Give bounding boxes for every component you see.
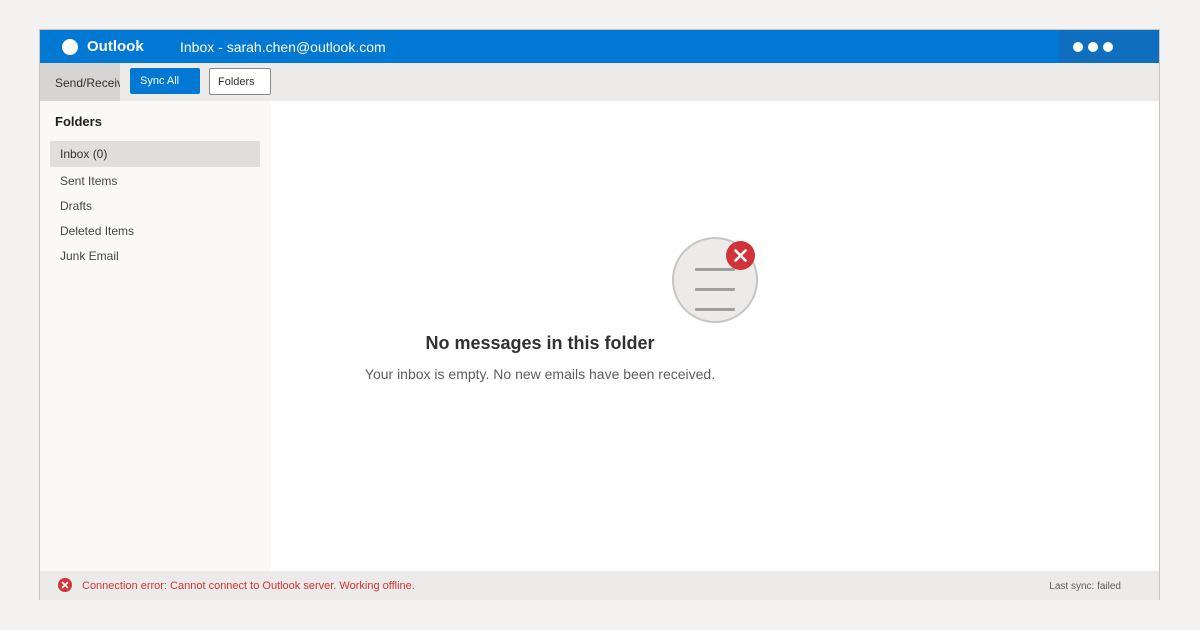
connection-error-message: Connection error: Cannot connect to Outl…	[82, 580, 415, 592]
status-bar: Connection error: Cannot connect to Outl…	[40, 571, 1159, 600]
more-dot-icon	[1073, 41, 1083, 52]
sidebar-item-deleted-items[interactable]: Deleted Items	[50, 219, 260, 244]
empty-state-title: No messages in this folder	[425, 333, 655, 353]
more-dot-icon	[1103, 41, 1113, 52]
folder-list: Inbox (0) Sent Items Drafts Deleted Item…	[50, 141, 260, 269]
error-x-icon	[726, 241, 755, 270]
folders-button[interactable]: Folders	[209, 68, 271, 95]
outlook-logo-icon	[62, 39, 78, 55]
sidebar-item-junk-email[interactable]: Junk Email	[50, 244, 260, 269]
last-sync-status: Last sync: failed	[1049, 581, 1121, 592]
sidebar-item-inbox[interactable]: Inbox (0)	[50, 141, 260, 167]
outlook-window: Outlook Inbox - sarah.chen@outlook.com S…	[39, 29, 1160, 600]
message-line	[695, 288, 735, 291]
ribbon-toolbar: Send/Receive Sync All Folders	[40, 63, 1159, 101]
sidebar-item-sent-items[interactable]: Sent Items	[50, 169, 260, 194]
message-line	[695, 308, 735, 311]
message-list-pane: No messages in this folder Your inbox is…	[271, 101, 1159, 571]
empty-state-subtitle: Your inbox is empty. No new emails have …	[364, 366, 716, 382]
more-options-button[interactable]	[1059, 30, 1159, 63]
sidebar-item-drafts[interactable]: Drafts	[50, 194, 260, 219]
window-title: Inbox - sarah.chen@outlook.com	[180, 39, 386, 55]
tab-send-receive[interactable]: Send/Receive	[40, 63, 120, 101]
error-x-icon	[58, 578, 72, 592]
more-dot-icon	[1088, 41, 1098, 52]
app-name: Outlook	[87, 38, 144, 55]
folders-heading: Folders	[55, 114, 102, 129]
folder-pane: Folders Inbox (0) Sent Items Drafts Dele…	[40, 101, 271, 571]
sync-all-button[interactable]: Sync All	[130, 68, 200, 94]
title-bar: Outlook Inbox - sarah.chen@outlook.com	[40, 30, 1159, 63]
